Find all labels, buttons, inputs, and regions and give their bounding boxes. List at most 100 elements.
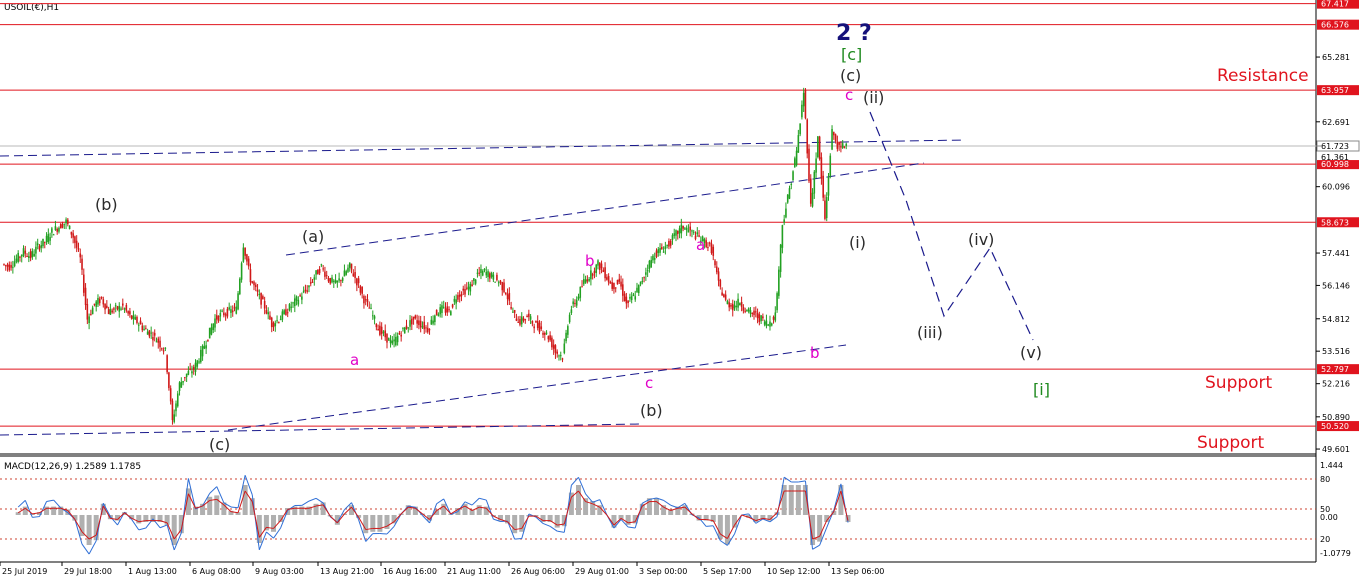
candle-body — [715, 266, 718, 273]
candle-body — [31, 251, 34, 258]
wave-label-pink-c-top: c — [845, 86, 853, 104]
candle-body — [136, 316, 138, 323]
candle-body — [187, 371, 190, 375]
candle-body — [295, 296, 298, 301]
candle-body — [568, 314, 571, 323]
candle-body — [747, 308, 750, 312]
candle-body — [774, 312, 777, 321]
macd-line-segment — [230, 506, 239, 509]
wave-label-ii: (ii) — [863, 88, 884, 107]
candle-body — [366, 299, 369, 302]
candle-body — [164, 347, 167, 349]
price-tick-label: 52.216 — [1322, 380, 1350, 389]
candle-body — [208, 327, 211, 339]
macd-histogram-bar — [370, 515, 376, 532]
level-tag-label: 50.520 — [1321, 422, 1349, 431]
wave-label-pink-b: b — [585, 252, 595, 270]
candle-body — [843, 146, 846, 148]
candle-body — [230, 309, 232, 313]
price-tick-label: 50.890 — [1322, 413, 1350, 422]
candle-body — [689, 226, 691, 231]
candle-body — [285, 309, 287, 316]
candle-body — [210, 327, 213, 335]
macd-histogram-bar — [441, 503, 447, 515]
wave-labels: 2 ? [c] (c) (ii) (b) (a) (i) (iv) (iii) … — [95, 21, 1050, 454]
candle-body — [400, 334, 402, 337]
candle-body — [198, 361, 200, 363]
candle-body — [382, 331, 385, 333]
candle-body — [744, 310, 746, 312]
candle-body — [731, 303, 734, 311]
macd-histogram-bar — [512, 515, 518, 534]
candle-body — [203, 346, 206, 349]
candle-body — [129, 311, 131, 315]
wave-label-c-bottom: (c) — [209, 435, 230, 454]
candle-body — [442, 306, 445, 308]
candle-body — [409, 320, 411, 327]
macd-histogram-bar — [519, 515, 525, 532]
candle-body — [471, 284, 473, 287]
candle-body — [36, 243, 39, 246]
candle-body — [109, 308, 112, 315]
candle-body — [368, 307, 371, 309]
candle-body — [512, 311, 514, 313]
candle-body — [334, 279, 337, 284]
candle-body — [95, 301, 98, 307]
candle-body — [806, 119, 809, 154]
candle-body — [15, 258, 18, 262]
candle-body — [464, 289, 466, 295]
chart-canvas[interactable]: USOIL(€),H1 67.41766.57663.95760.99858.6… — [0, 0, 1360, 583]
candle-body — [251, 281, 254, 283]
candle-body — [772, 316, 775, 320]
candle-body — [707, 247, 709, 249]
candle-body — [226, 308, 229, 317]
candle-body — [634, 296, 637, 300]
candle-body — [377, 328, 379, 331]
candle-body — [841, 143, 844, 148]
macd-tick: 0.00 — [1320, 513, 1338, 522]
candle-body — [224, 314, 227, 316]
candle-body — [93, 303, 96, 305]
candle-body — [526, 315, 528, 318]
candle-body — [572, 301, 574, 305]
candle-body — [380, 326, 383, 334]
candle-body — [549, 335, 551, 341]
candle-body — [760, 315, 762, 321]
candle-body — [185, 373, 188, 378]
candle-body — [790, 183, 793, 185]
candle-body — [423, 321, 426, 330]
candle-body — [579, 287, 582, 298]
candle-body — [288, 304, 291, 311]
macd-histogram-bar — [625, 515, 631, 525]
candle-body — [302, 290, 305, 293]
candle-body — [212, 323, 215, 330]
candle-body — [350, 263, 353, 270]
time-tick-label: 26 Aug 06:00 — [511, 567, 565, 576]
candle-body — [97, 298, 99, 305]
candle-body — [118, 305, 121, 312]
macd-line-segment — [706, 525, 714, 527]
candle-body — [602, 269, 605, 273]
candle-body — [274, 323, 277, 327]
candle-body — [262, 296, 264, 300]
candle-body — [465, 287, 468, 289]
candle-body — [56, 229, 58, 232]
candle-body — [327, 278, 330, 282]
candle-body — [8, 264, 11, 271]
candle-body — [308, 285, 310, 288]
macd-line-segment — [81, 543, 90, 555]
price-tick-label: 56.146 — [1322, 281, 1350, 290]
current-price-label: 61.723 — [1321, 142, 1349, 151]
candle-body — [304, 289, 307, 291]
candle-body — [673, 233, 676, 236]
candle-body — [4, 265, 7, 267]
rising-wedge-lower-line — [227, 344, 847, 431]
candle-body — [331, 277, 333, 283]
candle-body — [180, 381, 183, 388]
candle-body — [47, 234, 50, 243]
candle-body — [313, 277, 316, 280]
candle-body — [233, 307, 236, 309]
candle-body — [584, 279, 587, 283]
candle-body — [813, 171, 816, 194]
candle-body — [387, 338, 390, 341]
